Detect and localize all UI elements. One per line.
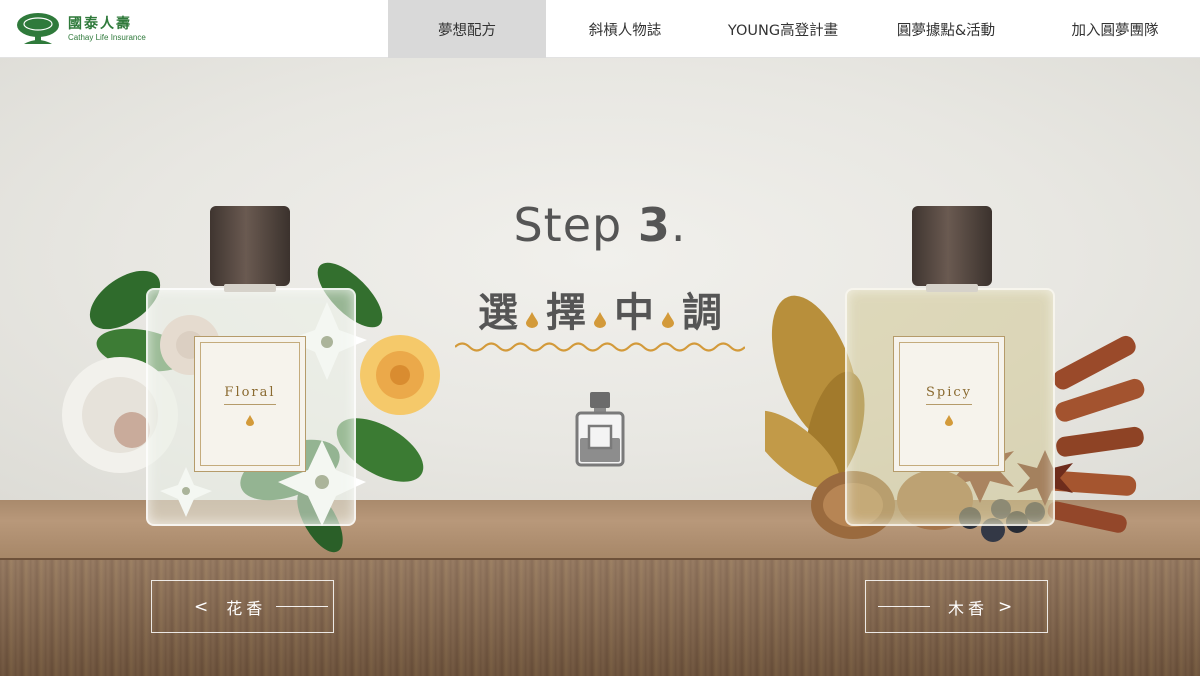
- logo-name-en: Cathay Life Insurance: [68, 32, 146, 42]
- cathay-tree-logo-icon: [17, 13, 59, 44]
- spicy-label: Spicy: [893, 336, 1005, 472]
- heading-char-2: 擇: [546, 290, 586, 336]
- floral-bottle-cap: [210, 206, 290, 286]
- perfume-bottle-icon: [575, 392, 625, 467]
- step-number: 3: [637, 198, 671, 252]
- spicy-bottle-neck: [926, 284, 978, 292]
- wave-divider-icon: [455, 342, 745, 352]
- step-word: Step: [513, 198, 623, 252]
- spicy-button-label: 木香: [948, 598, 989, 618]
- heading-char-1: 選: [478, 290, 518, 336]
- select-floral-button[interactable]: < 花香: [151, 580, 334, 633]
- chevron-left-icon: <: [194, 596, 213, 617]
- cathay-logo[interactable]: 國泰人壽 Cathay Life Insurance: [16, 10, 146, 48]
- nav-item-join-team[interactable]: 加入圓夢團隊: [1030, 0, 1200, 58]
- choose-heading: 選 擇 中 調: [440, 284, 760, 336]
- spicy-perfume[interactable]: Spicy: [765, 200, 1145, 560]
- select-spicy-button[interactable]: 木香 >: [865, 580, 1048, 633]
- button-line-decoration: [878, 606, 930, 607]
- step-dot: .: [670, 198, 687, 252]
- floral-button-label: 花香: [226, 598, 267, 618]
- heading-char-4: 調: [682, 290, 722, 336]
- main-nav: 夢想配方 斜槓人物誌 YOUNG高登計畫 圓夢據點&活動 加入圓夢團隊: [388, 0, 1200, 58]
- top-nav-bar: 國泰人壽 Cathay Life Insurance 夢想配方 斜槓人物誌 YO…: [0, 0, 1200, 58]
- nav-item-young-plan[interactable]: YOUNG高登計畫: [704, 0, 862, 58]
- drop-icon: [662, 312, 674, 328]
- nav-item-slash-people[interactable]: 斜槓人物誌: [546, 0, 704, 58]
- floral-bottle-neck: [224, 284, 276, 292]
- spicy-bottle-cap: [912, 206, 992, 286]
- step-title: Step 3.: [440, 198, 760, 252]
- chevron-right-icon: >: [998, 596, 1017, 617]
- nav-item-dream-formula[interactable]: 夢想配方: [388, 0, 546, 58]
- heading-char-3: 中: [614, 290, 654, 336]
- drop-icon: [594, 312, 606, 328]
- floral-label: Floral: [194, 336, 306, 472]
- nav-item-locations-events[interactable]: 圓夢據點&活動: [862, 0, 1030, 58]
- logo-name-zh: 國泰人壽: [68, 15, 132, 32]
- floral-perfume[interactable]: Floral: [60, 200, 440, 560]
- drop-icon: [526, 312, 538, 328]
- button-line-decoration: [276, 606, 329, 607]
